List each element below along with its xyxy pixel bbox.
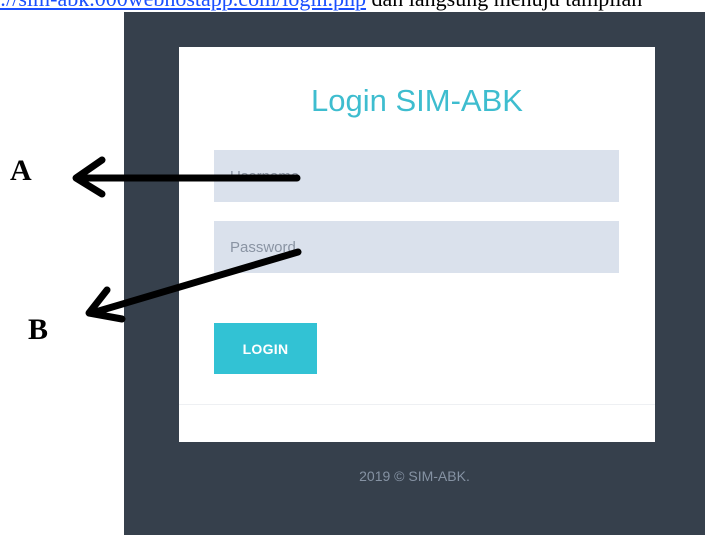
username-input[interactable] [214, 150, 619, 202]
password-input[interactable] [214, 221, 619, 273]
document-text-line: ://sim-abk.000webhostapp.com/login.php d… [0, 0, 705, 12]
login-button[interactable]: LOGIN [214, 323, 317, 374]
document-trailing-text: dan langsung menuju tampilan [366, 0, 643, 11]
login-url-link[interactable]: ://sim-abk.000webhostapp.com/login.php [0, 0, 366, 11]
login-card: Login SIM-ABK LOGIN [179, 47, 655, 442]
login-title: Login SIM-ABK [311, 83, 523, 118]
login-page-background: Login SIM-ABK LOGIN 2019 © SIM-ABK. [124, 12, 705, 535]
annotation-label-b: B [28, 313, 49, 346]
annotation-label-a: A [10, 154, 32, 187]
card-divider [179, 404, 655, 405]
footer-copyright: 2019 © SIM-ABK. [359, 468, 470, 484]
